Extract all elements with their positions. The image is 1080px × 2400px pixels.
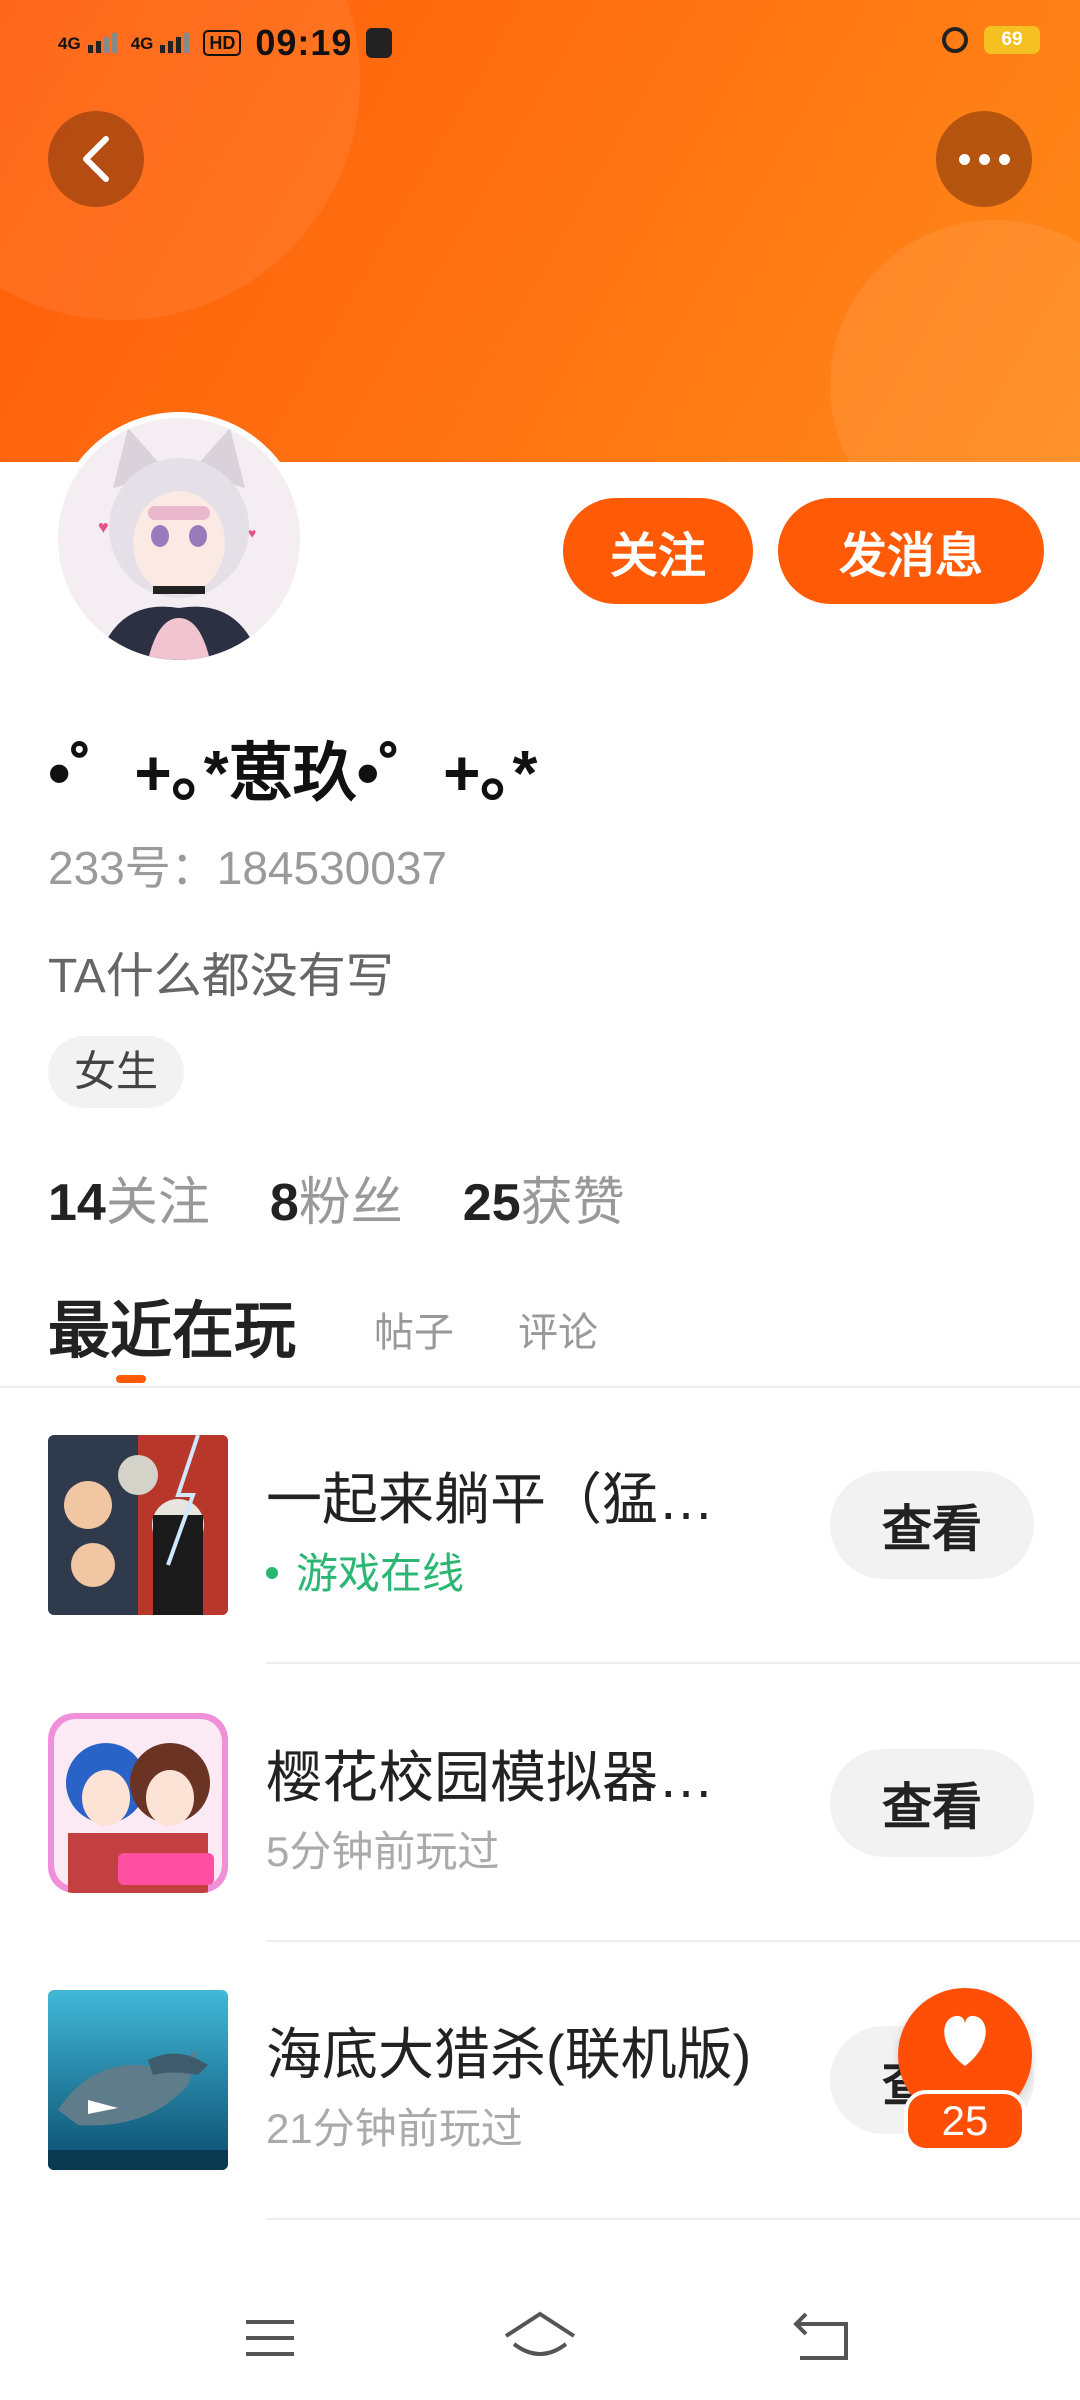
game-title: 樱花校园模拟器… <box>266 1746 714 1809</box>
avatar-image: ♥ ♥ <box>58 418 300 660</box>
tab-comments[interactable]: 评论 <box>518 1300 598 1358</box>
list-item[interactable]: 一起来躺平（猛… 游戏在线 查看 <box>48 1435 1048 1615</box>
heart-icon <box>944 2015 986 2066</box>
tab-recently-played[interactable]: 最近在玩 <box>48 1280 296 1370</box>
send-message-button[interactable]: 发消息 <box>778 498 1044 604</box>
game-title: 海底大猎杀(联机版) <box>266 2023 752 2086</box>
hd-badge: HD <box>203 30 242 56</box>
tab-posts[interactable]: 帖子 <box>374 1300 454 1358</box>
more-horizontal-icon <box>958 153 1010 165</box>
home-icon <box>504 2311 576 2356</box>
stat-followers[interactable]: 8粉丝 <box>270 1160 403 1235</box>
game-status: 21分钟前玩过 <box>266 2105 523 2152</box>
profile-stats: 14关注 8粉丝 25获赞 <box>48 1160 625 1235</box>
game-icon <box>48 1990 228 2170</box>
stat-likes[interactable]: 25获赞 <box>463 1160 625 1235</box>
divider <box>266 1662 1080 1664</box>
svg-text:♥: ♥ <box>248 525 256 541</box>
menu-icon <box>246 2320 294 2356</box>
home-button[interactable] <box>500 2308 580 2368</box>
back-nav-button[interactable] <box>782 2308 862 2368</box>
list-item[interactable]: 樱花校园模拟器… 5分钟前玩过 查看 <box>48 1713 1048 1893</box>
divider <box>266 1940 1080 1942</box>
svg-text:♥: ♥ <box>98 517 109 537</box>
battery-icon: 69 <box>984 26 1040 54</box>
alarm-icon <box>942 27 968 53</box>
divider <box>0 1386 1080 1388</box>
game-icon <box>48 1435 228 1615</box>
game-status: 游戏在线 <box>266 1540 464 1601</box>
profile-tabs: 最近在玩 帖子 评论 <box>48 1280 1048 1366</box>
notification-app-icon <box>366 28 393 58</box>
follow-button[interactable]: 关注 <box>563 498 753 604</box>
status-bar: 4G 4G HD 09:19 69 <box>0 0 1080 86</box>
view-button[interactable]: 查看 <box>830 1749 1034 1857</box>
more-button[interactable] <box>936 111 1032 207</box>
signal-icon: 4G <box>58 33 117 53</box>
active-tab-indicator <box>116 1375 146 1383</box>
system-nav-bar <box>0 2268 1080 2400</box>
divider <box>266 2218 1080 2220</box>
avatar[interactable]: ♥ ♥ <box>52 412 306 666</box>
status-time: 09:19 <box>255 22 353 63</box>
game-status: 5分钟前玩过 <box>266 1828 500 1875</box>
bio-text: TA什么都没有写 <box>48 950 394 1003</box>
user-id: 233号：184530037 <box>48 842 447 894</box>
gender-tag: 女生 <box>48 1036 185 1108</box>
signal-icon-2: 4G <box>131 33 190 53</box>
back-icon <box>793 2312 848 2360</box>
username: •゜+｡*葸玖•゜+｡* <box>48 737 538 809</box>
view-button[interactable]: 查看 <box>830 1471 1034 1579</box>
game-icon <box>48 1713 228 1893</box>
stat-following[interactable]: 14关注 <box>48 1160 210 1235</box>
menu-button[interactable] <box>230 2308 310 2368</box>
chevron-left-icon <box>83 136 109 182</box>
online-dot-icon <box>266 1566 278 1579</box>
like-count[interactable]: 25 <box>904 2090 1026 2152</box>
back-button[interactable] <box>48 111 144 207</box>
game-title: 一起来躺平（猛… <box>266 1468 714 1531</box>
